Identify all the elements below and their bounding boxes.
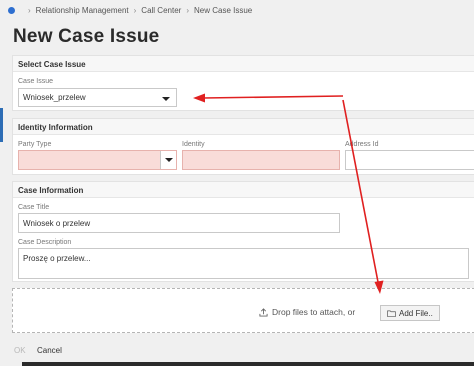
address-id-label: Address Id bbox=[345, 141, 379, 148]
section-header: Identity Information bbox=[13, 119, 474, 135]
identity-section: Identity Information Party Type Identity… bbox=[12, 118, 474, 175]
case-information-section: Case Information Case Title Wniosek o pr… bbox=[12, 181, 474, 282]
chevron-down-icon bbox=[162, 97, 170, 101]
case-title-value: Wniosek o przelew bbox=[23, 218, 91, 228]
case-title-label: Case Title bbox=[18, 204, 50, 211]
party-type-label: Party Type bbox=[18, 141, 52, 148]
taskbar-strip bbox=[22, 362, 474, 366]
case-issue-select[interactable]: Wniosek_przelew bbox=[18, 88, 177, 107]
case-description-label: Case Description bbox=[18, 239, 72, 246]
drop-files-label: Drop files to attach, or bbox=[272, 307, 356, 317]
page: › Relationship Management › Call Center … bbox=[0, 0, 474, 366]
ok-button[interactable]: OK bbox=[14, 346, 26, 355]
identity-label: Identity bbox=[182, 141, 205, 148]
page-title: New Case Issue bbox=[13, 26, 160, 47]
identity-input[interactable] bbox=[182, 150, 340, 170]
case-description-textarea[interactable]: Proszę o przelew... bbox=[18, 248, 469, 279]
party-type-dropdown-button[interactable] bbox=[160, 151, 176, 169]
chevron-right-icon: › bbox=[28, 5, 31, 15]
section-header: Case Information bbox=[13, 182, 474, 198]
breadcrumb-item-call-center[interactable]: Call Center bbox=[141, 6, 181, 15]
select-case-issue-section: Select Case Issue Case Issue Wniosek_prz… bbox=[12, 55, 474, 111]
chevron-down-icon bbox=[164, 158, 173, 162]
add-file-button[interactable]: Add File.. bbox=[380, 305, 440, 321]
breadcrumb-item-relationship-management[interactable]: Relationship Management bbox=[36, 6, 129, 15]
chevron-right-icon: › bbox=[133, 5, 137, 15]
home-icon[interactable] bbox=[8, 6, 15, 14]
folder-icon bbox=[387, 310, 396, 317]
case-issue-label: Case Issue bbox=[18, 78, 54, 85]
cancel-button[interactable]: Cancel bbox=[37, 346, 62, 355]
breadcrumb-item-new-case-issue: New Case Issue bbox=[193, 5, 253, 15]
upload-icon bbox=[259, 307, 268, 317]
drop-files-text: Drop files to attach, or bbox=[259, 307, 355, 317]
breadcrumb: › Relationship Management › Call Center … bbox=[8, 3, 252, 17]
left-accent-bar bbox=[0, 108, 3, 142]
address-id-input[interactable] bbox=[345, 150, 474, 170]
file-drop-zone[interactable]: Drop files to attach, or Add File.. bbox=[12, 288, 474, 333]
case-description-value: Proszę o przelew... bbox=[23, 254, 91, 263]
chevron-right-icon: › bbox=[186, 5, 189, 15]
add-file-label: Add File.. bbox=[399, 308, 433, 318]
party-type-select[interactable] bbox=[18, 150, 177, 170]
section-header: Select Case Issue bbox=[13, 56, 474, 72]
case-issue-value: Wniosek_przelew bbox=[23, 93, 86, 102]
case-title-input[interactable]: Wniosek o przelew bbox=[18, 213, 340, 233]
